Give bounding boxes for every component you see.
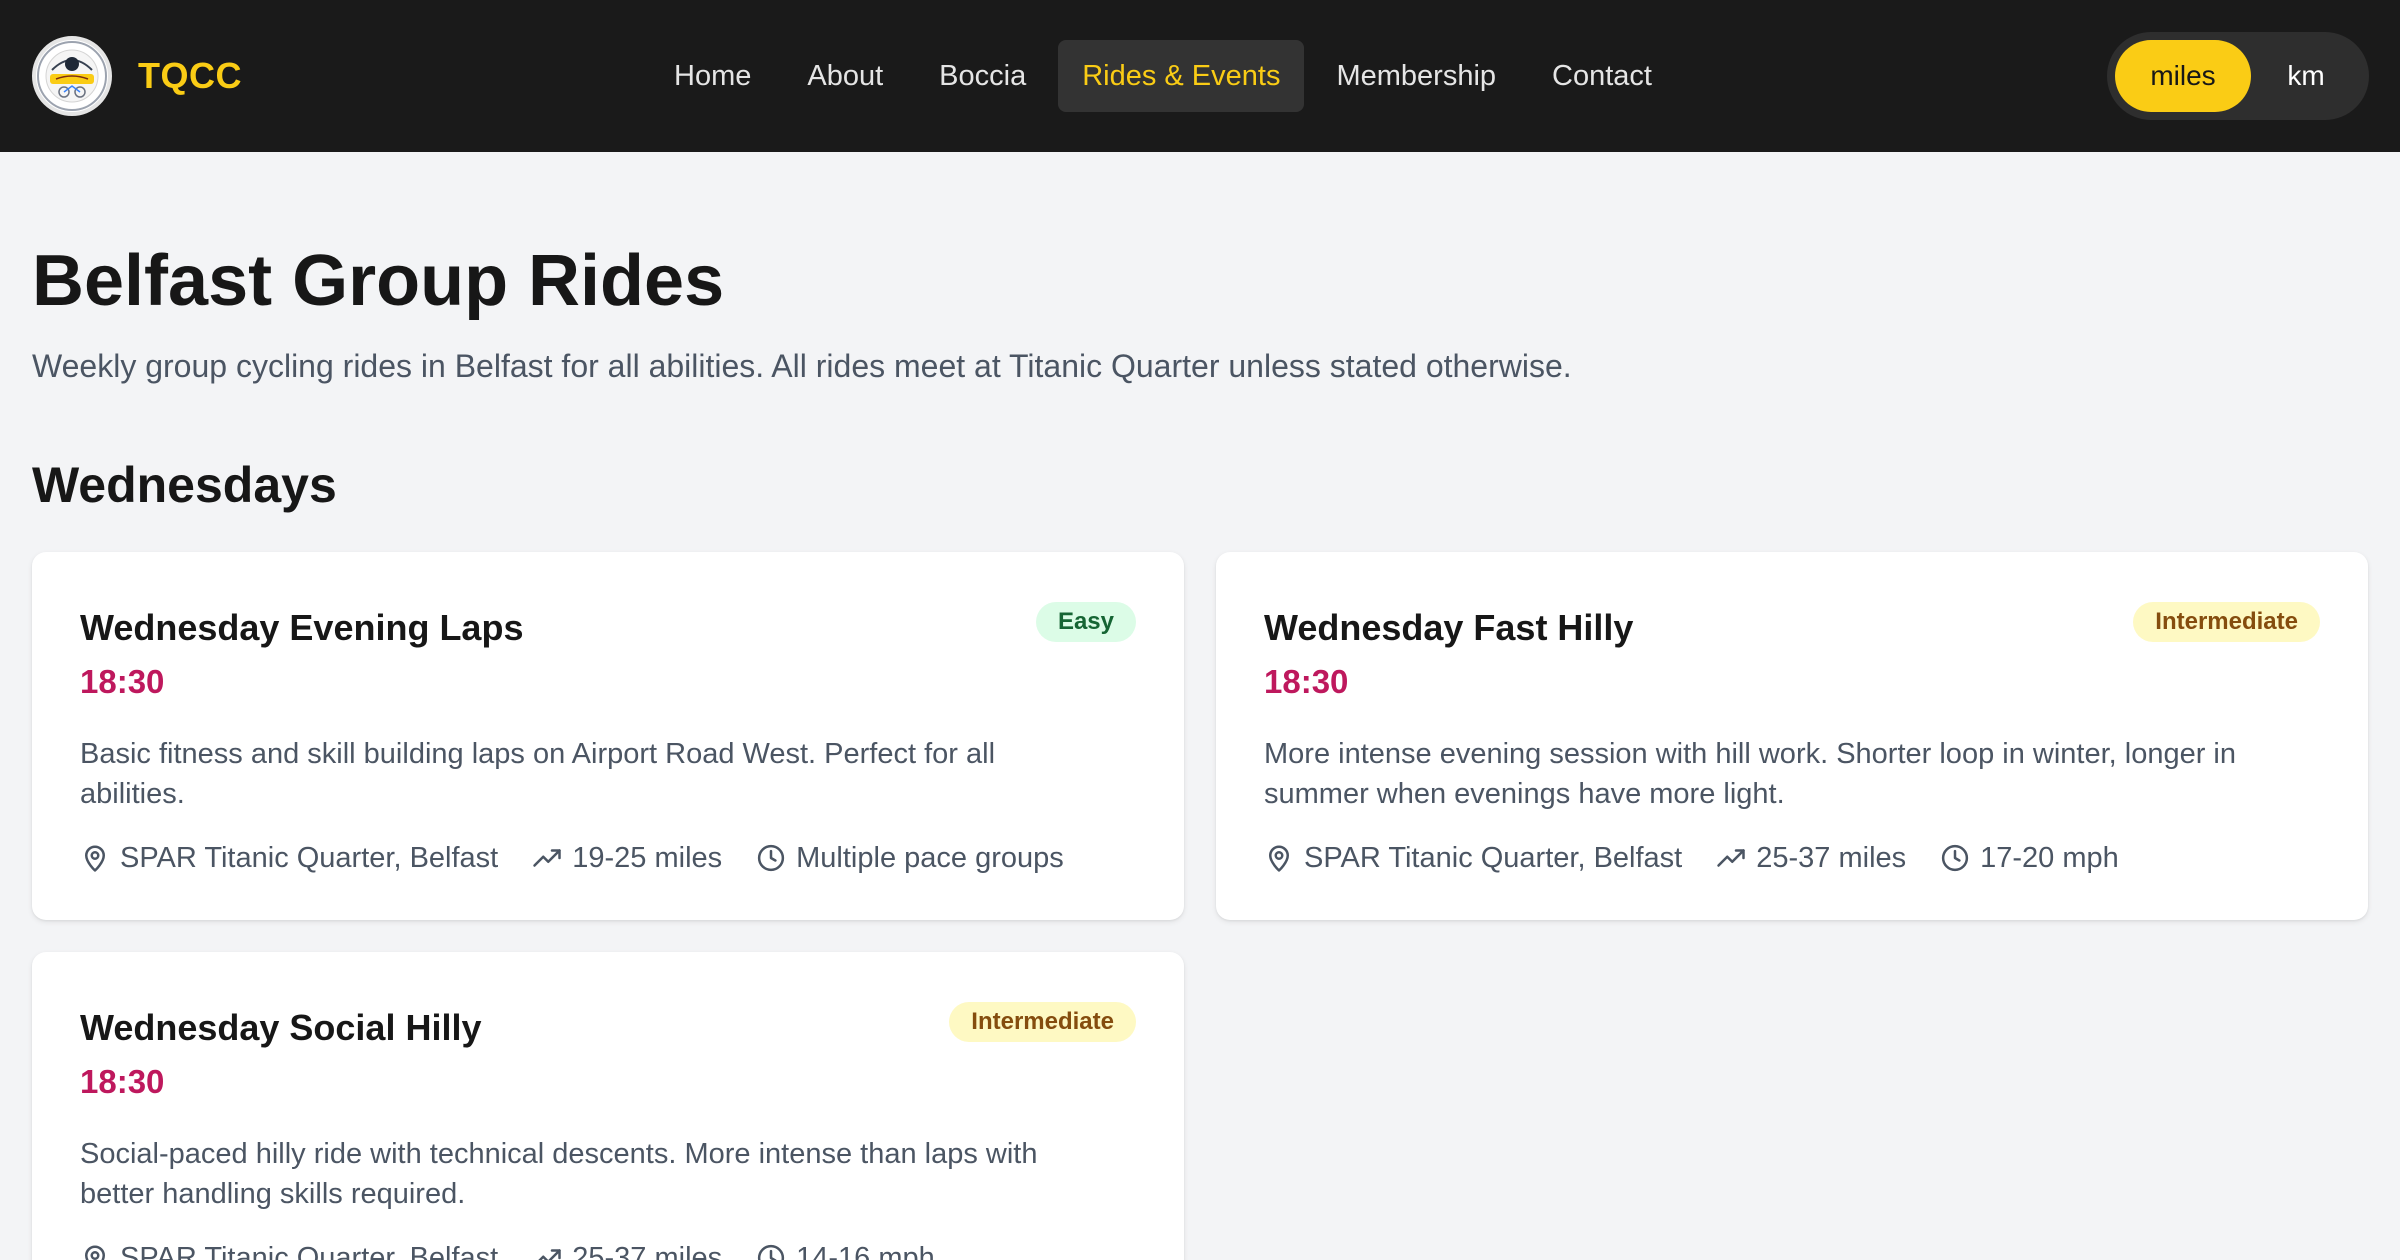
nav-contact[interactable]: Contact	[1524, 40, 1680, 112]
nav-about[interactable]: About	[779, 40, 911, 112]
ride-card[interactable]: Wednesday Evening Laps Easy 18:30 Basic …	[32, 552, 1184, 920]
ride-pace-text: Multiple pace groups	[796, 841, 1064, 874]
main-nav: Home About Boccia Rides & Events Members…	[646, 40, 1680, 112]
ride-time: 18:30	[80, 1063, 165, 1100]
trending-up-icon	[533, 849, 561, 867]
level-badge: Intermediate	[2133, 602, 2320, 642]
ride-time: 18:30	[80, 663, 165, 700]
ride-location: SPAR Titanic Quarter, Belfast	[1264, 842, 1682, 875]
ride-title: Wednesday Evening Laps	[80, 607, 524, 648]
card-header: Wednesday Evening Laps Easy 18:30	[80, 602, 1136, 706]
ride-meta: SPAR Titanic Quarter, Belfast 19-25 mile…	[80, 838, 1136, 878]
unit-toggle: miles km	[2107, 32, 2369, 120]
ride-location-text: SPAR Titanic Quarter, Belfast	[120, 841, 499, 874]
top-navigation: TQCC Home About Boccia Rides & Events Me…	[0, 0, 2400, 152]
clock-icon	[1942, 844, 1969, 872]
ride-meta: SPAR Titanic Quarter, Belfast 25-37 mile…	[1264, 838, 2320, 878]
ride-location-text: SPAR Titanic Quarter, Belfast	[1304, 841, 1683, 874]
ride-pace: 17-20 mph	[1940, 842, 2119, 875]
section-title-wednesdays: Wednesdays	[32, 457, 337, 513]
ride-distance-text: 25-37 miles	[572, 1241, 723, 1260]
ride-card[interactable]: Wednesday Social Hilly Intermediate 18:3…	[32, 952, 1184, 1260]
ride-location: SPAR Titanic Quarter, Belfast	[80, 1242, 498, 1260]
card-header: Wednesday Social Hilly Intermediate 18:3…	[80, 1002, 1136, 1106]
ride-pace: 14-16 mph	[756, 1242, 935, 1260]
nav-rides-events[interactable]: Rides & Events	[1058, 40, 1305, 112]
ride-distance: 25-37 miles	[1716, 842, 1906, 875]
clock-icon	[758, 844, 785, 872]
brand[interactable]: TQCC	[32, 36, 242, 116]
ride-meta: SPAR Titanic Quarter, Belfast 25-37 mile…	[80, 1238, 1136, 1260]
nav-membership[interactable]: Membership	[1308, 40, 1524, 112]
ride-location: SPAR Titanic Quarter, Belfast	[80, 842, 498, 875]
ride-pace-text: 14-16 mph	[796, 1241, 935, 1260]
ride-distance-text: 19-25 miles	[572, 841, 723, 874]
ride-time: 18:30	[1264, 663, 1349, 700]
unit-miles-button[interactable]: miles	[2115, 40, 2251, 112]
ride-card[interactable]: Wednesday Fast Hilly Intermediate 18:30 …	[1216, 552, 2368, 920]
card-header: Wednesday Fast Hilly Intermediate 18:30	[1264, 602, 2320, 706]
ride-distance: 25-37 miles	[532, 1242, 722, 1260]
ride-location-text: SPAR Titanic Quarter, Belfast	[120, 1241, 499, 1260]
ride-distance-text: 25-37 miles	[1756, 841, 1907, 874]
ride-description: Social-paced hilly ride with technical d…	[80, 1138, 1038, 1210]
map-pin-icon	[85, 845, 105, 872]
page-subtitle: Weekly group cycling rides in Belfast fo…	[32, 348, 1572, 384]
clock-icon	[758, 1244, 785, 1260]
map-pin-icon	[1269, 845, 1289, 872]
nav-home[interactable]: Home	[646, 40, 779, 112]
brand-name: TQCC	[138, 55, 242, 96]
trending-up-icon	[1717, 849, 1745, 867]
ride-description: More intense evening session with hill w…	[1264, 738, 2236, 810]
level-badge: Intermediate	[949, 1002, 1136, 1042]
nav-boccia[interactable]: Boccia	[911, 40, 1054, 112]
trending-up-icon	[538, 1249, 561, 1260]
map-pin-icon	[85, 1245, 105, 1260]
ride-pace: Multiple pace groups	[756, 842, 1064, 875]
unit-km-button[interactable]: km	[2251, 40, 2361, 112]
club-logo-icon	[32, 36, 112, 116]
level-badge: Easy	[1035, 602, 1136, 642]
ride-description: Basic fitness and skill building laps on…	[80, 738, 996, 810]
page-title: Belfast Group Rides	[32, 241, 725, 321]
ride-distance: 19-25 miles	[532, 842, 722, 875]
ride-pace-text: 17-20 mph	[1980, 841, 2119, 874]
